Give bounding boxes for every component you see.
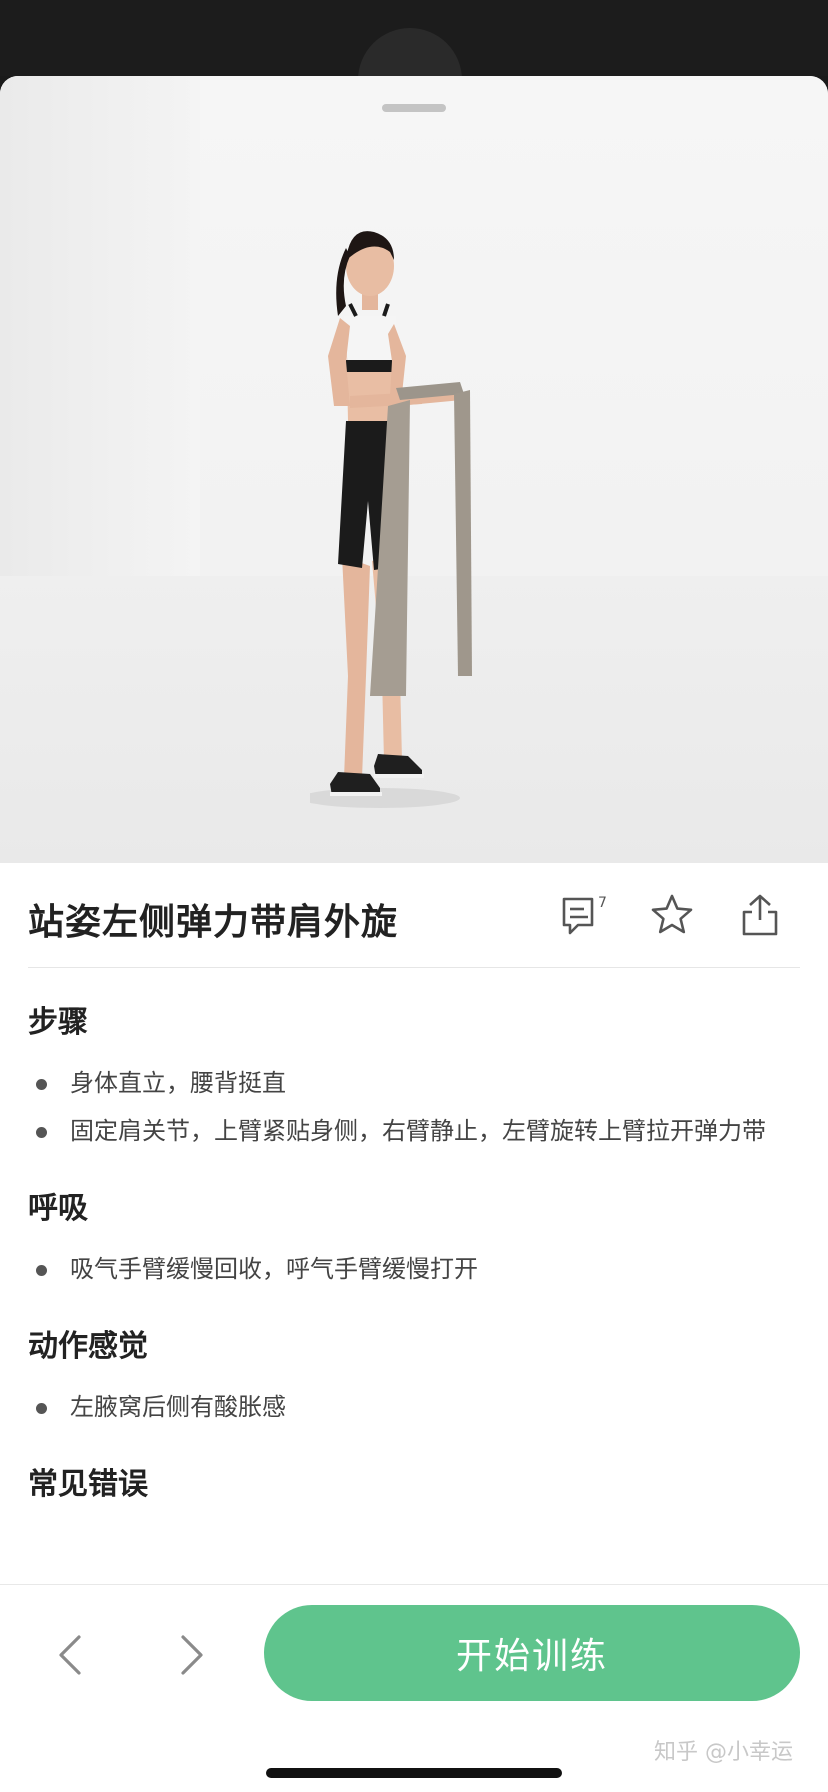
comment-icon: 7 xyxy=(562,895,606,935)
list-item: 身体直立，腰背挺直 xyxy=(28,1059,800,1107)
sheet-grabber-handle[interactable] xyxy=(382,104,446,112)
chevron-left-icon xyxy=(59,1635,81,1675)
exercise-title: 站姿左侧弹力带肩外旋 xyxy=(28,902,399,943)
next-button[interactable] xyxy=(160,1623,224,1687)
previous-button[interactable] xyxy=(38,1623,102,1687)
steps-list: 身体直立，腰背挺直 固定肩关节，上臂紧贴身侧，右臂静止，左臂旋转上臂拉开弹力带 xyxy=(28,1059,800,1155)
feeling-list: 左腋窝后侧有酸胀感 xyxy=(28,1383,800,1431)
list-item: 左腋窝后侧有酸胀感 xyxy=(28,1383,800,1431)
start-training-button[interactable]: 开始训练 xyxy=(264,1605,800,1701)
home-indicator[interactable] xyxy=(266,1768,562,1778)
title-row: 站姿左侧弹力带肩外旋 7 xyxy=(0,863,828,969)
share-button[interactable] xyxy=(732,887,788,943)
list-item: 吸气手臂缓慢回收，呼气手臂缓慢打开 xyxy=(28,1245,800,1293)
video-wall xyxy=(0,76,200,576)
section-heading-feeling: 动作感觉 xyxy=(28,1329,148,1364)
exercise-instructions[interactable]: 步骤 身体直立，腰背挺直 固定肩关节，上臂紧贴身侧，右臂静止，左臂旋转上臂拉开弹… xyxy=(28,969,800,1584)
list-item: 固定肩关节，上臂紧贴身侧，右臂静止，左臂旋转上臂拉开弹力带 xyxy=(28,1107,800,1155)
share-icon xyxy=(742,894,778,936)
background-screen xyxy=(0,0,828,132)
section-heading-steps: 步骤 xyxy=(28,1005,88,1040)
section-heading-mistakes: 常见错误 xyxy=(28,1467,148,1502)
exercise-video[interactable] xyxy=(0,76,828,863)
title-divider xyxy=(28,967,800,968)
favorite-button[interactable] xyxy=(644,887,700,943)
comment-count: 7 xyxy=(598,895,606,911)
breathing-list: 吸气手臂缓慢回收，呼气手臂缓慢打开 xyxy=(28,1245,800,1293)
section-heading-breathing: 呼吸 xyxy=(28,1191,88,1226)
comment-button[interactable]: 7 xyxy=(554,887,610,943)
star-icon xyxy=(651,894,693,934)
watermark: 知乎 @小幸运 xyxy=(654,1740,793,1765)
chevron-right-icon xyxy=(181,1635,203,1675)
exercise-sheet: 站姿左侧弹力带肩外旋 7 步骤 身体直立，腰背挺直 固定肩关节，上臂紧贴身侧，右… xyxy=(0,76,828,1792)
exercise-demo-figure xyxy=(310,231,472,808)
